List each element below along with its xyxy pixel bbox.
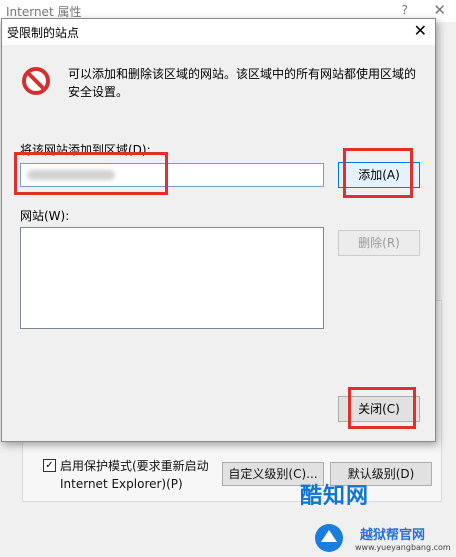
restricted-icon — [22, 67, 50, 95]
highlight-input — [14, 152, 168, 195]
watermark-url: www.yueyangbang.com — [355, 543, 451, 552]
highlight-add-button — [343, 148, 413, 198]
protected-mode-checkbox[interactable]: ✓ — [43, 459, 56, 472]
watermark-site-name: 越狱帮官网 — [360, 528, 426, 543]
help-icon[interactable]: ? — [402, 3, 408, 17]
background-close-icon[interactable]: ✕ — [433, 1, 446, 19]
highlight-close-button — [348, 387, 416, 429]
watermark-logo-icon — [315, 524, 343, 552]
dialog-close-icon[interactable]: ✕ — [414, 21, 427, 40]
protected-mode-label: 启用保护模式(要求重新启动 Internet Explorer)(P) — [60, 459, 209, 491]
dialog-title: 受限制的站点 — [7, 26, 80, 40]
websites-list[interactable] — [20, 227, 324, 329]
restricted-sites-dialog: 受限制的站点 ✕ 可以添加和删除该区域的网站。该区域中的所有网站都使用区域的安全… — [1, 18, 436, 442]
dialog-description: 可以添加和删除该区域的网站。该区域中的所有网站都使用区域的安全设置。 — [68, 67, 417, 99]
watermark-brand: 酷知网 — [300, 484, 370, 509]
websites-label: 网站(W): — [20, 209, 70, 223]
dialog-titlebar: 受限制的站点 ✕ — [2, 19, 435, 45]
remove-button[interactable]: 删除(R) — [338, 230, 420, 256]
